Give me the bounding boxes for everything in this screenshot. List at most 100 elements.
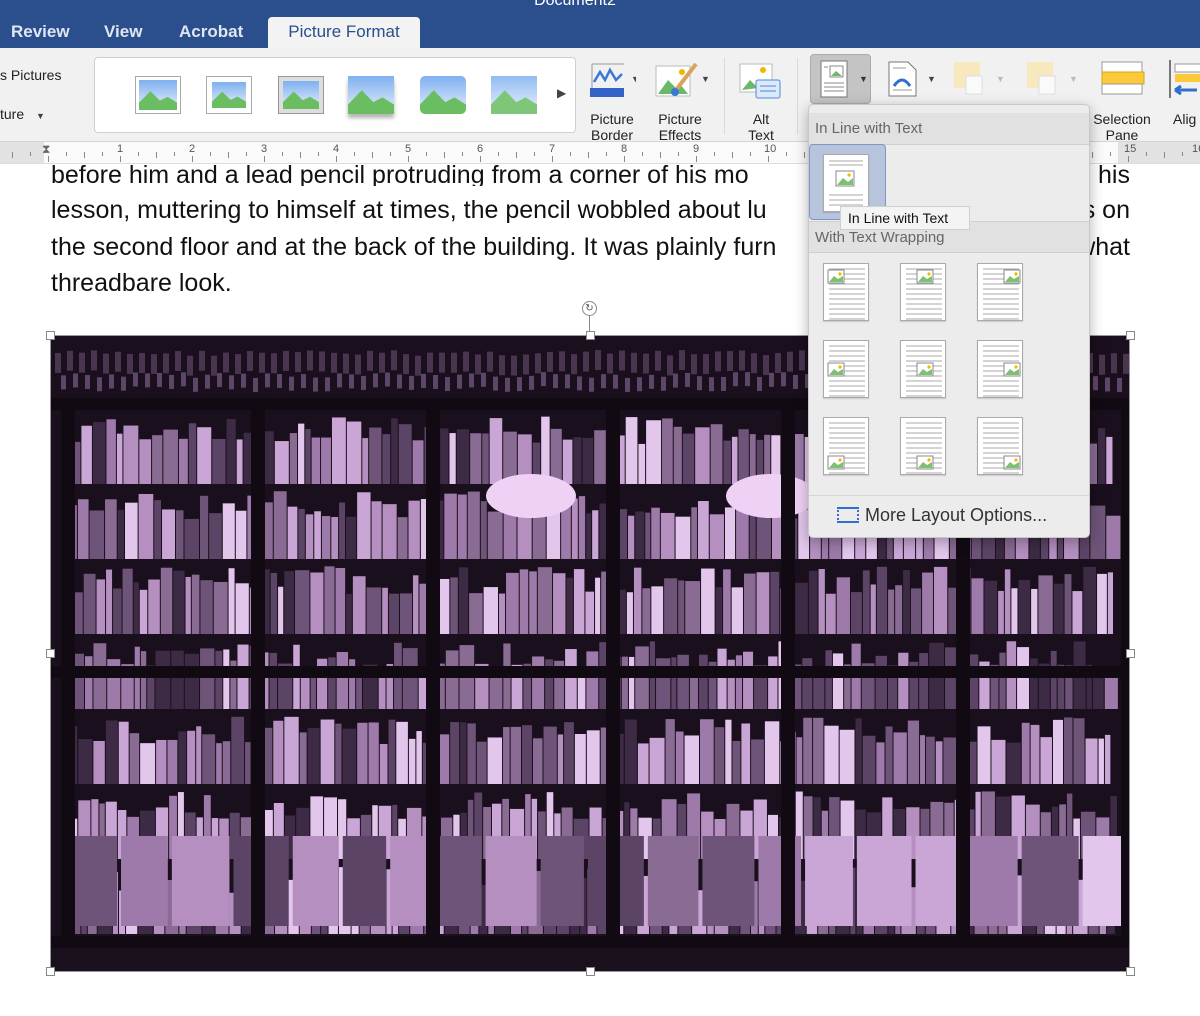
align-button[interactable]: Alig [1167,60,1200,127]
resize-handle[interactable] [586,967,595,976]
reset-picture-button[interactable]: ture ▼ [0,106,45,122]
rotate-handle-icon[interactable]: ↻ [582,301,597,316]
book [697,501,709,559]
book [213,581,228,634]
book [888,589,895,634]
lattice-pattern [619,350,625,371]
ruler-number: 15 [1124,143,1137,155]
wrap-option-3[interactable] [977,263,1023,321]
book [1083,566,1097,634]
resize-handle[interactable] [1126,967,1135,976]
book [184,653,200,709]
book [346,593,352,634]
book [197,427,212,484]
book [467,723,476,784]
wrap-layout-icon [983,422,1021,474]
book [335,723,342,784]
lattice-pattern [661,376,666,391]
ruler-tick [732,152,733,158]
tab-review[interactable]: Review [11,22,70,42]
position-button[interactable]: ▼ [886,60,940,105]
alt-text-button[interactable]: Alt Text [738,60,784,143]
bring-forward-button[interactable]: ▼ [952,60,1008,105]
gallery-next-arrow-icon[interactable]: ▶ [557,86,566,100]
lattice-pattern [739,350,745,371]
indent-marker-icon[interactable]: ⧗ [42,142,50,157]
wrap-option-4[interactable] [823,340,869,398]
book [243,432,252,484]
resize-handle[interactable] [46,967,55,976]
picture-border-button[interactable]: ▼ Picture Border [588,60,640,143]
resize-handle[interactable] [1126,649,1135,658]
resize-handle[interactable] [46,331,55,340]
tab-acrobat[interactable]: Acrobat [179,22,243,42]
ruler-tick [102,152,103,156]
picture-style-5[interactable] [420,76,466,114]
resize-handle[interactable] [586,331,595,340]
book [768,656,778,709]
picture-effects-button[interactable]: ▼ Picture Effects [654,60,710,143]
book [335,568,346,634]
book [1106,515,1121,559]
picture-style-4[interactable] [348,76,394,114]
wrap-option-8[interactable] [900,417,946,475]
picture-style-3[interactable] [278,76,324,114]
doc-text-line[interactable]: the second floor and at the back of the … [51,233,776,262]
book [731,436,738,484]
wrap-text-button[interactable]: ▼ [810,54,871,104]
tab-picture-format[interactable]: Picture Format [268,17,420,48]
lattice-pattern [145,373,150,388]
lattice-pattern [121,376,126,391]
wrap-option-1[interactable] [823,263,869,321]
lattice-pattern [781,372,786,387]
lattice-pattern [679,350,685,371]
resize-handle[interactable] [46,649,55,658]
picture-style-1[interactable] [135,76,181,114]
change-pictures-button[interactable]: s Pictures [0,67,61,83]
wrap-option-5[interactable] [900,340,946,398]
book [621,656,628,709]
picture-style-6[interactable] [491,76,537,114]
lattice-pattern [163,353,169,374]
doc-text-line[interactable]: lesson, muttering to himself at times, t… [51,196,767,225]
more-layout-options-item[interactable]: More Layout Options... [837,505,1047,526]
lattice-pattern [673,373,678,388]
wrap-option-2[interactable] [900,263,946,321]
lattice-pattern [751,353,757,374]
resize-handle[interactable] [1126,331,1135,340]
tab-view[interactable]: View [104,22,142,42]
picture-border-label: Picture Border [590,111,634,143]
selection-pane-button[interactable]: Selection Pane [1090,60,1154,143]
book [188,423,197,484]
book [998,590,1004,634]
book [743,573,756,634]
picture-style-2[interactable] [206,76,252,114]
doc-text-fragment[interactable]: his [1098,160,1130,186]
wrap-option-6[interactable] [977,340,1023,398]
book [1063,717,1073,784]
lattice-pattern [379,352,385,373]
book [321,516,331,559]
wrap-option-9[interactable] [977,417,1023,475]
book [84,656,93,709]
book [1018,580,1031,634]
doc-text-line[interactable]: threadbare look. [51,269,232,298]
lattice-pattern [133,372,138,387]
wrap-option-7[interactable] [823,417,869,475]
svg-text:▼: ▼ [927,74,936,84]
book [971,578,984,634]
doc-text-line[interactable]: before him and a lead pencil protruding … [51,160,749,186]
book [231,716,245,784]
book [176,510,184,559]
send-backward-button[interactable]: ▼ [1025,60,1081,105]
inline-layout-icon [823,154,869,212]
ruler-tick [606,152,607,156]
book [483,587,498,634]
lattice-pattern [307,350,313,371]
book [196,726,202,784]
book [646,420,662,484]
book [416,731,422,784]
lattice-pattern [457,374,462,389]
book-display [968,836,1018,926]
book [123,425,139,484]
